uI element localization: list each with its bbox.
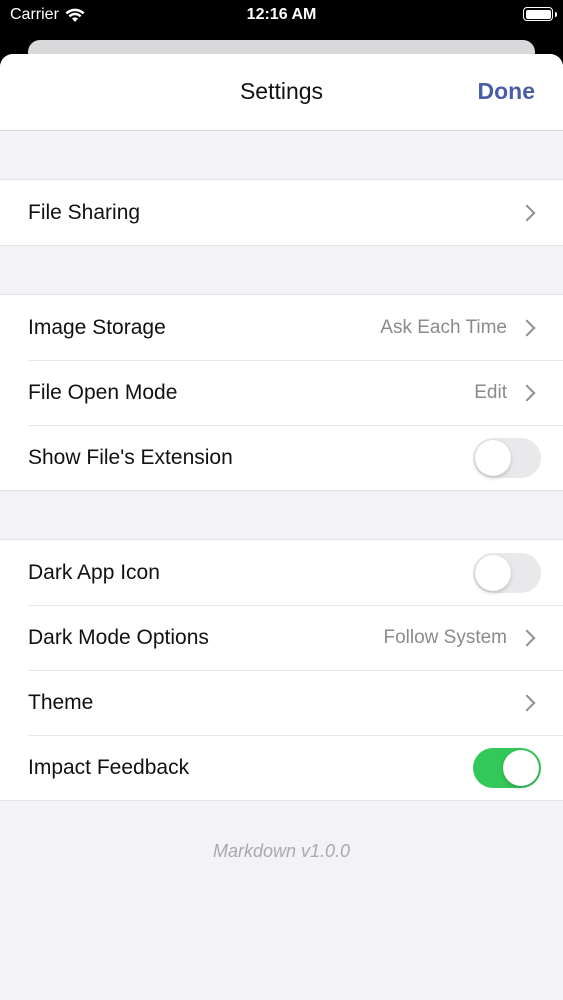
nav-bar: Settings Done [0, 54, 563, 131]
row-file-sharing[interactable]: File Sharing [0, 180, 563, 245]
row-label: Impact Feedback [28, 755, 190, 779]
row-label: Image Storage [28, 315, 166, 339]
version-label: Markdown v1.0.0 [212, 841, 351, 861]
chevron-right-icon [518, 319, 536, 336]
show-extension-toggle[interactable] [473, 437, 541, 478]
row-dark-mode-options[interactable]: Dark Mode Options Follow System [0, 605, 563, 670]
chevron-right-icon [518, 384, 536, 401]
row-label: Dark App Icon [28, 560, 160, 584]
dark-app-icon-toggle[interactable] [473, 552, 541, 593]
done-button[interactable]: Done [478, 78, 536, 105]
row-label: File Sharing [28, 200, 141, 224]
row-value: Edit [474, 381, 507, 403]
chevron-right-icon [518, 629, 536, 646]
row-impact-feedback: Impact Feedback [0, 735, 563, 800]
toggle-knob [503, 749, 539, 786]
settings-group-appearance: Dark App Icon Dark Mode Options Follow S… [0, 539, 563, 801]
status-bar: Carrier 12:16 AM [0, 0, 563, 32]
row-value: Ask Each Time [380, 316, 507, 338]
chevron-right-icon [518, 204, 536, 221]
row-image-storage[interactable]: Image Storage Ask Each Time [0, 295, 563, 360]
settings-group-sharing: File Sharing [0, 179, 563, 246]
toggle-knob [475, 554, 511, 591]
settings-sheet: Settings Done File Sharing Image Storage… [0, 54, 563, 1000]
status-time: 12:16 AM [246, 6, 317, 23]
row-show-file-extension: Show File's Extension [0, 425, 563, 490]
impact-feedback-toggle[interactable] [473, 747, 541, 788]
row-label: File Open Mode [28, 380, 178, 404]
row-label: Show File's Extension [28, 445, 233, 469]
settings-group-files: Image Storage Ask Each Time File Open Mo… [0, 294, 563, 491]
row-dark-app-icon: Dark App Icon [0, 540, 563, 605]
toggle-knob [475, 439, 511, 476]
row-file-open-mode[interactable]: File Open Mode Edit [0, 360, 563, 425]
battery-icon [523, 7, 557, 21]
screen: Carrier 12:16 AM Settings Done File Shar… [0, 0, 563, 1000]
row-theme[interactable]: Theme [0, 670, 563, 735]
row-value: Follow System [383, 626, 507, 648]
chevron-right-icon [518, 694, 536, 711]
row-label: Theme [28, 690, 94, 714]
row-label: Dark Mode Options [28, 625, 209, 649]
